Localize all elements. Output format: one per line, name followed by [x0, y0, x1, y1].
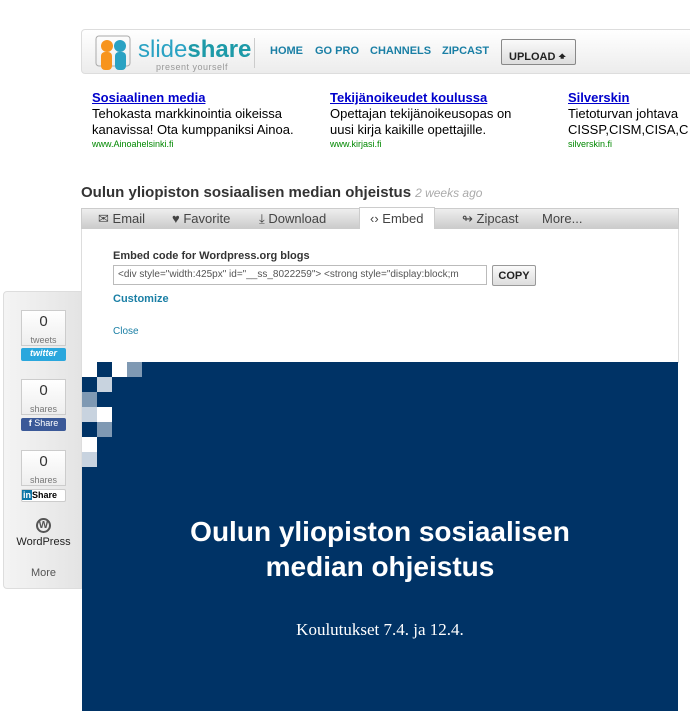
label: Share	[32, 490, 58, 500]
slideshare-logo[interactable]: slideshare present yourself	[94, 34, 251, 72]
tab-download[interactable]: ⤓ Download	[259, 211, 326, 227]
pixel-square	[82, 452, 97, 467]
tab-more[interactable]: More...	[542, 211, 582, 226]
embed-label: Embed code for Wordpress.org blogs	[113, 250, 310, 262]
logo-people-icon	[95, 35, 131, 70]
linkedin-icon: in	[22, 490, 32, 500]
nav-go-pro[interactable]: GO PRO	[315, 45, 359, 57]
slide-subtitle: Koulutukset 7.4. ja 12.4.	[296, 620, 464, 639]
upload-age: 2 weeks ago	[415, 186, 483, 200]
ad-text: Opettajan tekijänoikeusopas on	[330, 106, 512, 121]
presentation-title: Oulun yliopiston sosiaalisen median ohje…	[81, 184, 412, 201]
slide-title-line: median ohjeistus	[265, 551, 495, 582]
label: Share	[34, 418, 59, 428]
facebook-share-button[interactable]: f Share	[21, 418, 66, 431]
ad-2: Tekijänoikeudet koulussa Opettajan tekijä…	[330, 90, 511, 150]
nav-channels[interactable]: CHANNELS	[370, 45, 431, 57]
divider	[254, 38, 255, 68]
pixel-square	[97, 407, 112, 422]
ad-url[interactable]: www.kirjasi.fi	[330, 138, 511, 150]
ad-url[interactable]: www.Ainoahelsinki.fi	[92, 138, 294, 150]
nav-home[interactable]: HOME	[270, 45, 303, 57]
linkedin-share-button[interactable]: inShare	[21, 489, 66, 502]
pixel-square	[112, 362, 127, 377]
customize-link[interactable]: Customize	[113, 293, 169, 305]
nav-zipcast[interactable]: ZIPCAST	[442, 45, 489, 57]
ad-text: uusi kirja kaikille opettajille.	[330, 122, 487, 137]
pixel-square	[82, 392, 97, 407]
pixel-square	[97, 377, 112, 392]
pixel-square	[97, 422, 112, 437]
count: 0	[39, 313, 48, 330]
pixel-square	[82, 407, 97, 422]
tab-zipcast[interactable]: ↬ Zipcast	[462, 211, 518, 227]
pixel-square	[127, 362, 142, 377]
tab-favorite[interactable]: ♥ Favorite	[172, 211, 230, 226]
logo-text-bold: share	[187, 36, 252, 63]
tab-email[interactable]: ✉ Email	[98, 211, 145, 227]
tab-label: Embed	[382, 211, 424, 226]
unit: shares	[29, 475, 57, 485]
site-header: slideshare present yourself HOME GO PRO …	[81, 29, 690, 74]
pixel-square	[82, 437, 97, 452]
envelope-icon: ✉	[98, 211, 109, 226]
tab-label: Favorite	[183, 211, 231, 226]
action-tabs: ✉ Email ♥ Favorite ⤓ Download ‹› Embed ↬…	[81, 207, 679, 229]
embed-code-input[interactable]: <div style="width:425px" id="__ss_802225…	[113, 265, 487, 285]
page-title: Oulun yliopiston sosiaalisen median ohje…	[81, 184, 482, 201]
tab-embed[interactable]: ‹› Embed	[359, 207, 435, 229]
more-button[interactable]: More	[4, 567, 83, 579]
close-link[interactable]: Close	[113, 326, 139, 337]
unit: shares	[29, 404, 57, 414]
logo-tagline: present yourself	[156, 62, 229, 72]
slide-title-line: Oulun yliopiston sosiaalisen	[190, 516, 570, 547]
ad-url[interactable]: silverskin.fi	[568, 138, 688, 150]
count: 0	[39, 453, 48, 470]
upload-button[interactable]: UPLOAD 🠹	[501, 39, 576, 65]
wordpress-label: WordPress	[16, 536, 71, 548]
tab-label: Email	[112, 211, 146, 226]
tab-label: Download	[268, 211, 327, 226]
upload-label: UPLOAD	[509, 51, 556, 63]
copy-button[interactable]: COPY	[492, 265, 536, 286]
count: 0	[39, 382, 48, 399]
ad-text: Tehokasta markkinointia oikeissa	[92, 106, 283, 121]
upload-arrow-icon: 🠹	[558, 49, 566, 63]
wordpress-icon: W	[36, 518, 51, 533]
ad-title-link[interactable]: Sosiaalinen media	[92, 90, 205, 105]
unit: tweets	[30, 335, 57, 345]
heart-icon: ♥	[172, 211, 180, 226]
code-icon: ‹›	[370, 211, 379, 226]
ad-text: CISSP,CISM,CISA,C	[568, 122, 689, 137]
pixel-square	[82, 362, 97, 377]
logo-text: slide	[138, 36, 188, 63]
ad-title-link[interactable]: Silverskin	[568, 90, 629, 105]
zipcast-icon: ↬	[462, 211, 473, 226]
download-icon: ⤓	[259, 211, 265, 226]
linkedin-count: 0 shares	[21, 450, 66, 486]
wordpress-button[interactable]: W WordPress	[4, 518, 83, 548]
tab-label: Zipcast	[476, 211, 519, 226]
facebook-count: 0 shares	[21, 379, 66, 415]
slide-title: Oulun yliopiston sosiaalisen median ohjei…	[82, 514, 678, 584]
ad-3: Silverskin Tietoturvan johtava CISSP,CISM,…	[568, 90, 688, 150]
slide-viewer[interactable]: Oulun yliopiston sosiaalisen median ohjei…	[82, 362, 678, 711]
ad-title-link[interactable]: Tekijänoikeudet koulussa	[330, 90, 487, 105]
ad-text: kanavissa! Ota kumppaniksi Ainoa.	[92, 122, 294, 137]
ad-text: Tietoturvan johtava	[568, 106, 679, 121]
twitter-button[interactable]: twitter	[21, 348, 66, 361]
embed-panel: Embed code for Wordpress.org blogs <div …	[81, 229, 679, 363]
tweet-count: 0 tweets	[21, 310, 66, 346]
social-sidebar: 0 tweets twitter 0 shares f Share 0 shares …	[3, 291, 82, 589]
ad-1: Sosiaalinen media Tehokasta markkinointia…	[92, 90, 294, 150]
